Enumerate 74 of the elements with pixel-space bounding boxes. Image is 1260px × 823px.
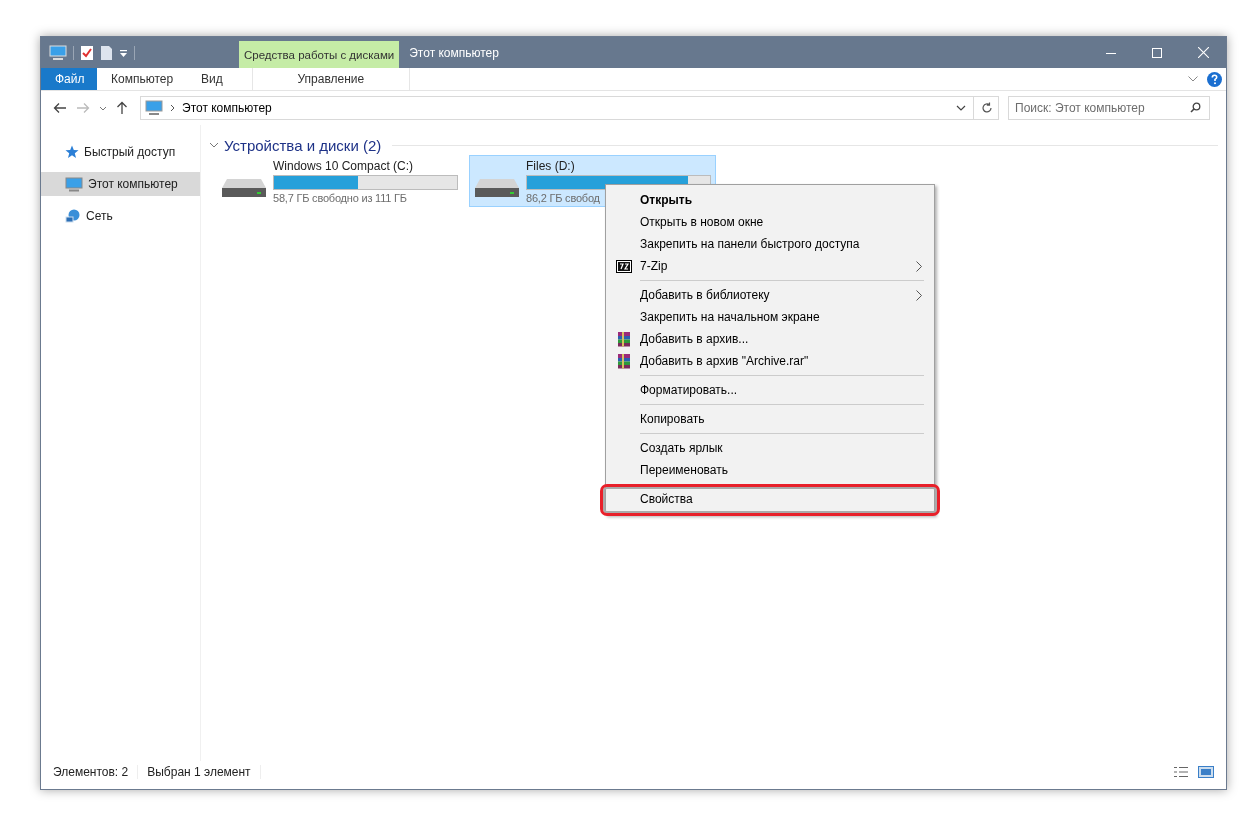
help-icon[interactable] [1207, 71, 1222, 87]
menu-label: Добавить в архив "Archive.rar" [640, 354, 810, 368]
up-arrow-icon[interactable] [116, 101, 128, 115]
file-tab[interactable]: Файл [41, 68, 97, 90]
menu-label: Создать ярлык [640, 441, 724, 455]
group-header[interactable]: Устройства и диски (2) [224, 136, 382, 154]
drive-name: Windows 10 Compact (C:) [273, 158, 414, 173]
back-arrow-icon[interactable] [53, 102, 67, 114]
document-icon[interactable] [100, 44, 113, 61]
computer-icon[interactable] [49, 44, 67, 61]
collapse-chevron-icon[interactable] [209, 142, 219, 148]
breadcrumb-chevron-icon[interactable] [170, 104, 175, 112]
address-path: Этот компьютер [182, 101, 272, 115]
expand-ribbon-icon[interactable] [1188, 76, 1198, 82]
menu-item[interactable]: Свойства [608, 488, 932, 510]
address-bar[interactable]: Этот компьютер [140, 96, 999, 120]
hard-drive-icon [221, 177, 267, 199]
hard-drive-icon [474, 177, 520, 199]
selection-count: Выбран 1 элемент [147, 765, 251, 779]
star-icon [65, 145, 79, 159]
details-view-icon[interactable] [1173, 766, 1189, 778]
menu-item[interactable]: Копировать [608, 408, 932, 430]
menu-label: Открыть в новом окне [640, 215, 765, 229]
window-title: Этот компьютер [408, 44, 500, 62]
free-space-text: 86,2 ГБ свобод [526, 191, 600, 204]
contextual-tab-title: Средства работы с дисками [239, 41, 400, 68]
close-icon [1197, 47, 1209, 58]
menu-label: Закрепить на панели быстрого доступа [640, 237, 861, 251]
search-icon[interactable] [1190, 102, 1201, 113]
menu-item[interactable]: Переименовать [608, 459, 932, 481]
menu-label: Копировать [640, 412, 706, 426]
recent-caret-icon[interactable] [99, 105, 107, 111]
tiles-view-icon[interactable] [1198, 766, 1214, 778]
menu-item[interactable]: Открыть в новом окне [608, 211, 932, 233]
menu-label: Закрепить на начальном экране [640, 310, 821, 324]
books-stack-icon [616, 353, 632, 369]
menu-item[interactable]: Добавить в архив "Archive.rar" [608, 350, 932, 372]
menu-label: 7-Zip [640, 259, 669, 273]
default-action-label: Открыть [640, 193, 694, 207]
sidebar-item[interactable]: Этот компьютер [41, 172, 200, 196]
menu-item[interactable]: Форматировать... [608, 379, 932, 401]
free-space-text: 58,7 ГБ свободно из 111 ГБ [273, 191, 407, 204]
sidebar-item[interactable]: Быстрый доступ [41, 140, 200, 164]
menu-item[interactable]: Закрепить на начальном экране [608, 306, 932, 328]
search-field[interactable]: Поиск: Этот компьютер [1008, 96, 1210, 120]
seven-zip-icon [616, 259, 632, 273]
menu-label: Добавить в библиотеку [640, 288, 771, 302]
menu-label: Форматировать... [640, 383, 739, 397]
drive-name: Files (D:) [526, 158, 575, 173]
menu-item[interactable]: Создать ярлык [608, 437, 932, 459]
ribbon-tab[interactable]: Компьютер [97, 68, 188, 90]
refresh-icon[interactable] [981, 102, 993, 114]
contextual-ribbon-tab[interactable]: Управление [251, 68, 410, 90]
dropdown-caret-icon[interactable] [956, 105, 966, 111]
computer-icon [65, 176, 83, 192]
network-icon [65, 208, 81, 224]
menu-item[interactable]: 7-Zip [608, 255, 932, 277]
menu-item[interactable]: Добавить в библиотеку [608, 284, 932, 306]
menu-label: Переименовать [640, 463, 729, 477]
ribbon-tab[interactable]: Вид [187, 68, 237, 90]
menu-item[interactable]: Закрепить на панели быстрого доступа [608, 233, 932, 255]
checklist-icon[interactable] [80, 44, 94, 61]
menu-item[interactable]: Добавить в архив... [608, 328, 932, 350]
item-count: Элементов: 2 [53, 765, 129, 779]
submenu-chevron-icon [916, 260, 922, 272]
submenu-chevron-icon [916, 289, 922, 301]
customize-caret-icon[interactable] [119, 47, 128, 58]
sidebar-item[interactable]: Сеть [41, 204, 200, 228]
drive-tile[interactable]: Windows 10 Compact (C:) 58,7 ГБ свободно из 111 ГБ [216, 155, 463, 207]
menu-label: Добавить в архив... [640, 332, 750, 346]
menu-label: Свойства [640, 492, 694, 506]
computer-icon [145, 100, 163, 116]
maximize-icon [1152, 47, 1162, 58]
books-stack-icon [616, 331, 632, 347]
